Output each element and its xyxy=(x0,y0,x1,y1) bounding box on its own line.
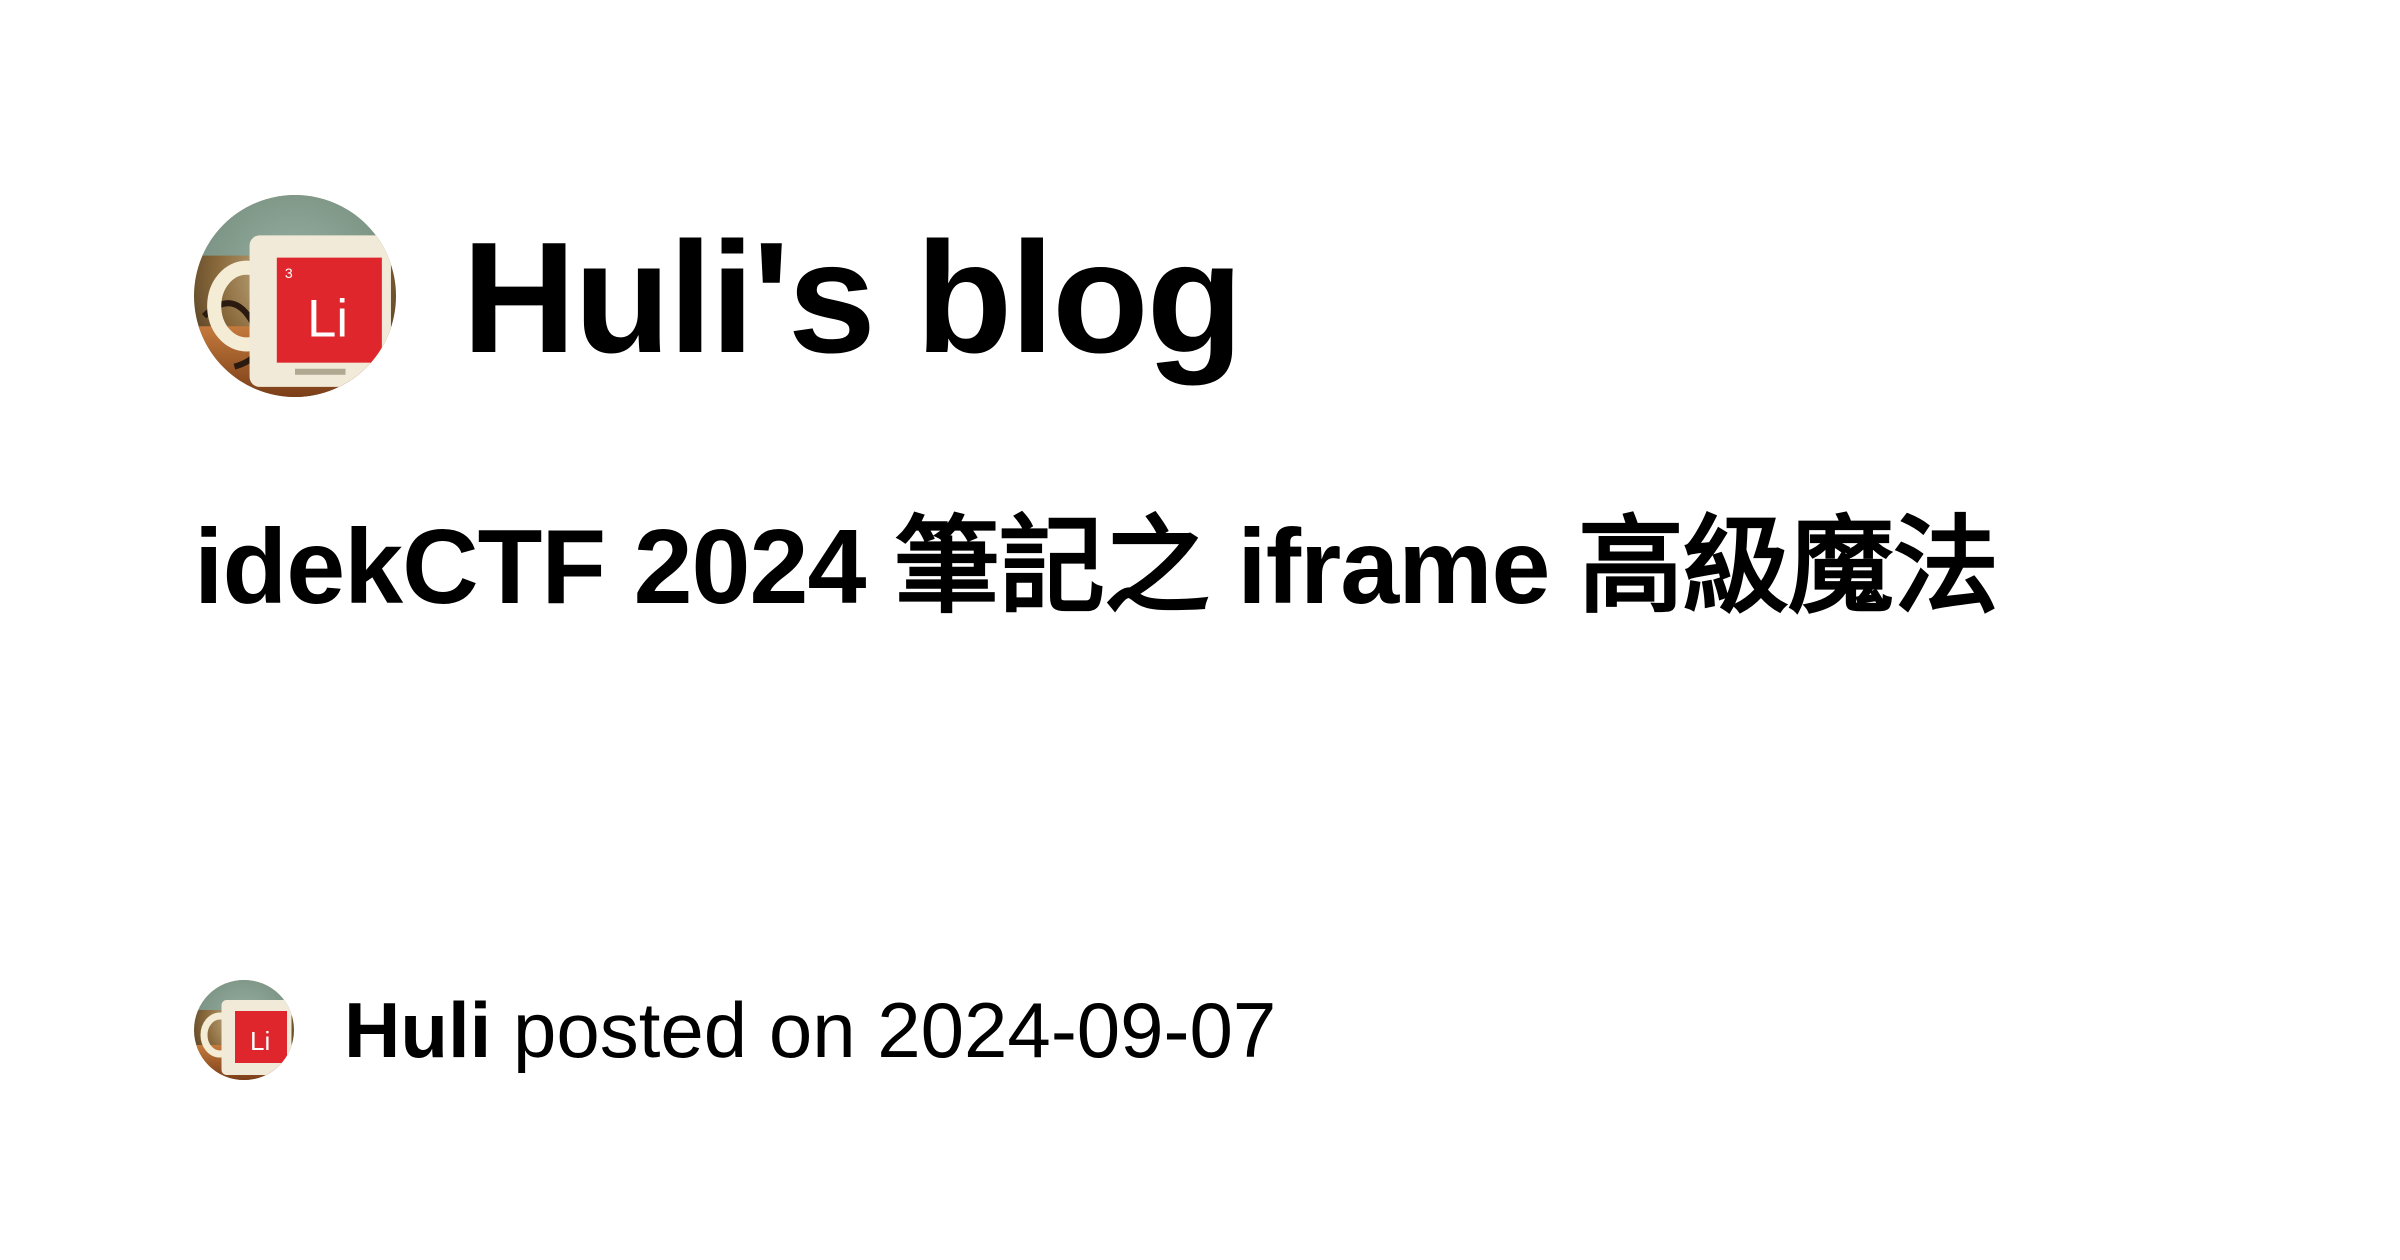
blog-title[interactable]: Huli's blog xyxy=(462,219,1243,377)
post-meta: Li Huli posted on 2024-09-07 xyxy=(194,978,1276,1082)
author-avatar: Li xyxy=(194,980,294,1080)
mug-avatar-icon: Li xyxy=(194,980,294,1080)
avatar: 3 Li xyxy=(194,194,396,397)
mug-number: 3 xyxy=(285,264,293,280)
post-title[interactable]: idekCTF 2024 筆記之 iframe 高級魔法 xyxy=(194,482,2094,652)
author-name[interactable]: Huli xyxy=(344,986,491,1074)
posted-on-label: posted on xyxy=(513,986,856,1074)
share-card: 3 Li Huli's blog idekCTF 2024 筆記之 iframe… xyxy=(0,0,2400,1260)
post-date: 2024-09-07 xyxy=(877,986,1277,1074)
mug-avatar-icon: 3 Li xyxy=(194,194,396,397)
mug-symbol: Li xyxy=(307,289,348,348)
post-byline: Huli posted on 2024-09-07 xyxy=(344,991,1276,1069)
mug-symbol: Li xyxy=(250,1026,270,1056)
blog-header: 3 Li Huli's blog xyxy=(194,193,1243,398)
